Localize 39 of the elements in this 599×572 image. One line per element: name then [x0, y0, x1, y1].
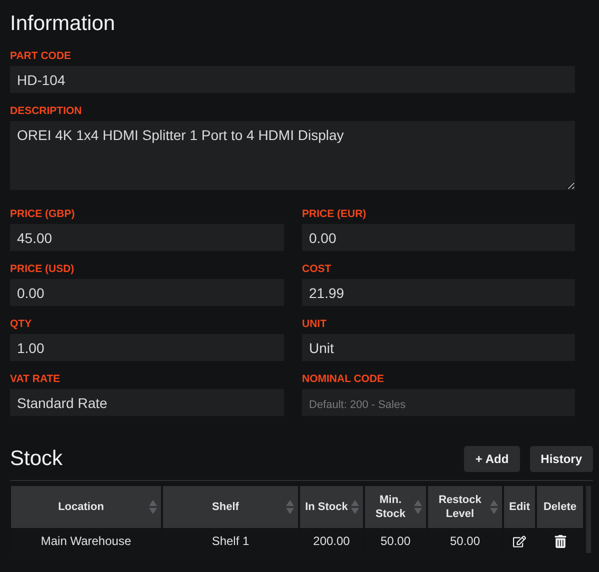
sort-icon: [414, 500, 422, 514]
field-label: DESCRIPTION: [10, 105, 83, 117]
field-label: PRICE (USD): [10, 263, 76, 275]
input-field[interactable]: 21.99: [302, 279, 575, 306]
input-field[interactable]: 1.00: [10, 334, 284, 361]
description-field[interactable]: OREI 4K 1x4 HDMI Splitter 1 Port to 4 HDMI Display: [10, 121, 575, 190]
section-title: Stock: [10, 447, 63, 471]
sort-icon: [351, 500, 359, 514]
column-header[interactable]: Min. Stock: [365, 486, 426, 528]
input-field[interactable]: Default: 200 - Sales: [302, 389, 575, 416]
input-field[interactable]: Unit: [302, 334, 575, 361]
section-title: Information: [10, 12, 116, 36]
edit-icon[interactable]: [513, 534, 526, 548]
add-button[interactable]: + Add: [464, 446, 520, 472]
history-button[interactable]: History: [530, 446, 593, 472]
field-label: PRICE (GBP): [10, 208, 76, 220]
input-field[interactable]: HD-104: [10, 66, 575, 93]
field-label: VAT RATE: [10, 373, 62, 385]
input-field[interactable]: 0.00: [302, 224, 575, 251]
sort-icon: [149, 500, 157, 514]
sort-icon: [286, 500, 294, 514]
input-field[interactable]: 45.00: [10, 224, 284, 251]
field-label: NOMINAL CODE: [302, 373, 386, 385]
scrollbar[interactable]: [586, 486, 591, 553]
field-label: PRICE (EUR): [302, 208, 368, 220]
field-label: QTY: [10, 318, 33, 330]
column-header[interactable]: In Stock: [300, 486, 363, 528]
column-header[interactable]: Delete: [537, 486, 583, 528]
field-label: UNIT: [302, 318, 328, 330]
column-header[interactable]: Location: [11, 486, 161, 528]
field-label: COST: [302, 263, 332, 275]
sort-icon: [490, 500, 498, 514]
column-header[interactable]: Shelf: [163, 486, 298, 528]
column-header[interactable]: Edit: [504, 486, 535, 528]
trash-icon[interactable]: [554, 534, 566, 548]
field-label: PART CODE: [10, 50, 72, 62]
column-header[interactable]: Restock Level: [428, 486, 502, 528]
input-field[interactable]: 0.00: [10, 279, 284, 306]
input-field[interactable]: Standard Rate: [10, 389, 284, 416]
